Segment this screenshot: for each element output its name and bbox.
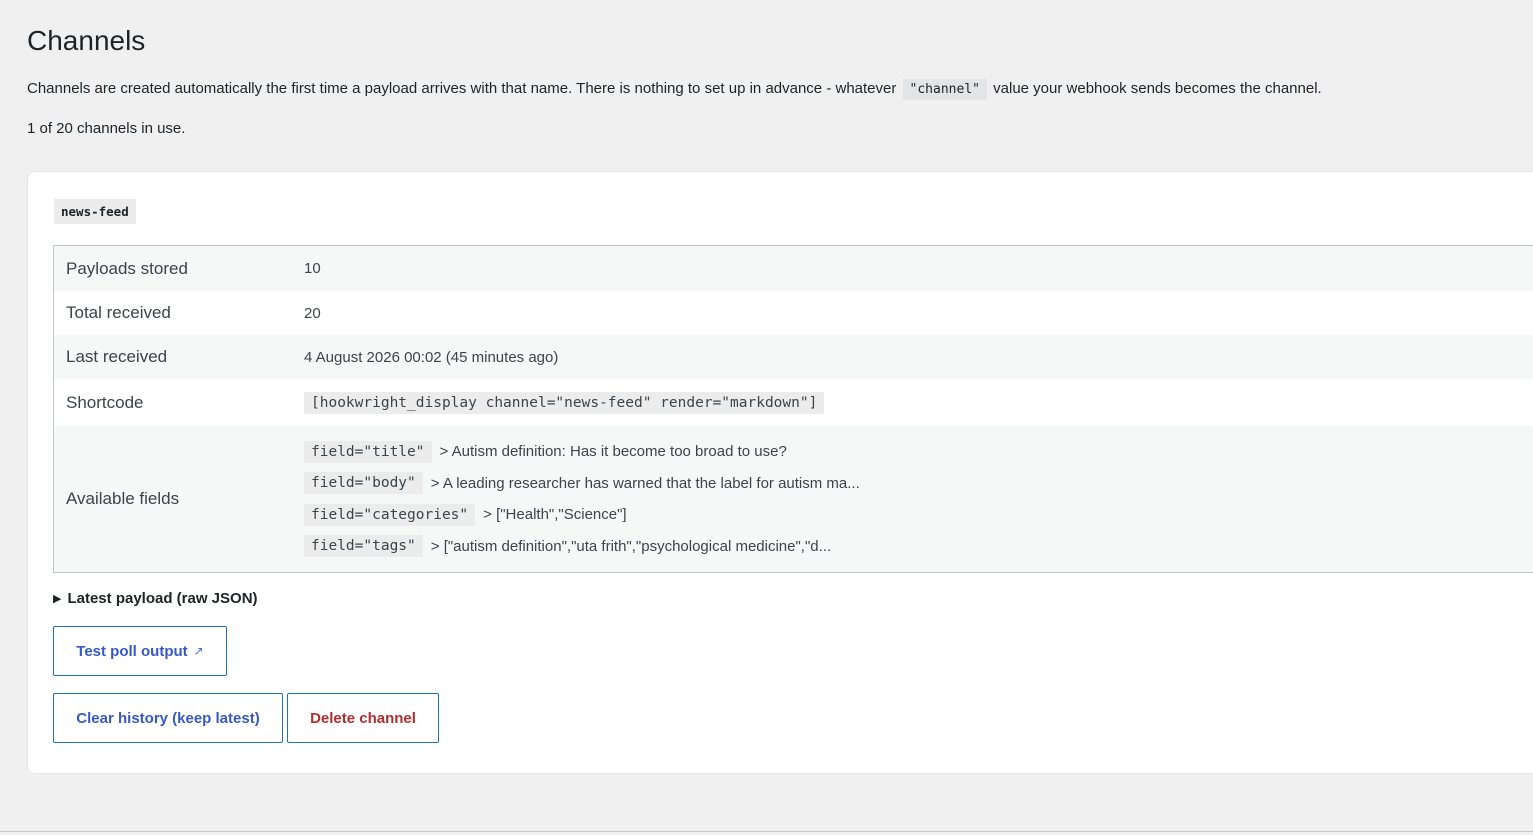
row-label: Total received <box>66 303 171 322</box>
channel-usage: 1 of 20 channels in use. <box>27 120 186 137</box>
intro-text: Channels are created automatically the f… <box>27 75 1533 104</box>
field-item: field="body" > A leading researcher has … <box>304 468 860 500</box>
row-label: Last received <box>66 347 168 366</box>
field-preview: > ["Health","Science"] <box>483 506 627 524</box>
channels-page: Channels Channels are created automatica… <box>0 0 1533 835</box>
footer-divider <box>0 831 1533 832</box>
table-row: Shortcode [hookwright_display channel="n… <box>54 379 1533 426</box>
shortcode-code: [hookwright_display channel="news-feed" … <box>304 392 825 414</box>
table-row: Payloads stored 10 <box>54 246 1533 291</box>
channel-info-table: Payloads stored 10 Total received 20 Las… <box>53 245 1533 573</box>
field-code: field="tags" <box>304 535 423 558</box>
intro-after: value your webhook sends becomes the cha… <box>993 80 1322 97</box>
table-row-fields: Available fields field="title" > Autism … <box>54 426 1533 572</box>
field-code: field="title" <box>304 440 432 463</box>
clear-history-label: Clear history (keep latest) <box>76 709 260 727</box>
page-title: Channels <box>27 25 146 56</box>
intro-before: Channels are created automatically the f… <box>27 80 897 97</box>
channel-card: news-feed Payloads stored 10 Total recei… <box>27 171 1533 774</box>
row-value: 10 <box>304 260 321 277</box>
shortcode-value: [hookwright_display channel="news-feed" … <box>304 392 825 414</box>
row-label: Available fields <box>66 489 180 508</box>
field-code: field="body" <box>304 472 423 495</box>
field-preview: > Autism definition: Has it become too b… <box>439 443 787 461</box>
latest-payload-label: Latest payload (raw JSON) <box>67 590 258 607</box>
field-item: field="title" > Autism definition: Has i… <box>304 436 860 468</box>
delete-channel-label: Delete channel <box>310 709 416 727</box>
fields-list: field="title" > Autism definition: Has i… <box>304 436 860 562</box>
delete-channel-button[interactable]: Delete channel <box>287 693 439 743</box>
row-value: 4 August 2026 00:02 (45 minutes ago) <box>304 348 559 366</box>
intro-code: "channel" <box>902 79 987 100</box>
field-preview: > ["autism definition","uta frith","psyc… <box>430 537 832 555</box>
clear-history-button[interactable]: Clear history (keep latest) <box>53 693 283 743</box>
table-row: Total received 20 <box>54 291 1533 335</box>
field-item: field="tags" > ["autism definition","uta… <box>304 531 860 563</box>
test-poll-label: Test poll output <box>76 642 188 660</box>
triangle-right-icon: ▶ <box>53 593 62 605</box>
table-row: Last received 4 August 2026 00:02 (45 mi… <box>54 335 1533 379</box>
row-label: Shortcode <box>66 392 144 412</box>
external-link-icon: ↗ <box>193 644 204 658</box>
row-value: 20 <box>304 304 321 322</box>
latest-payload-toggle[interactable]: ▶ Latest payload (raw JSON) <box>53 590 258 607</box>
field-preview: > A leading researcher has warned that t… <box>430 474 860 492</box>
row-label: Payloads stored <box>66 258 188 278</box>
field-item: field="categories" > ["Health","Science"… <box>304 499 860 531</box>
test-poll-button[interactable]: Test poll output ↗ <box>53 626 227 676</box>
channel-name: news-feed <box>54 199 136 224</box>
field-code: field="categories" <box>304 503 476 526</box>
